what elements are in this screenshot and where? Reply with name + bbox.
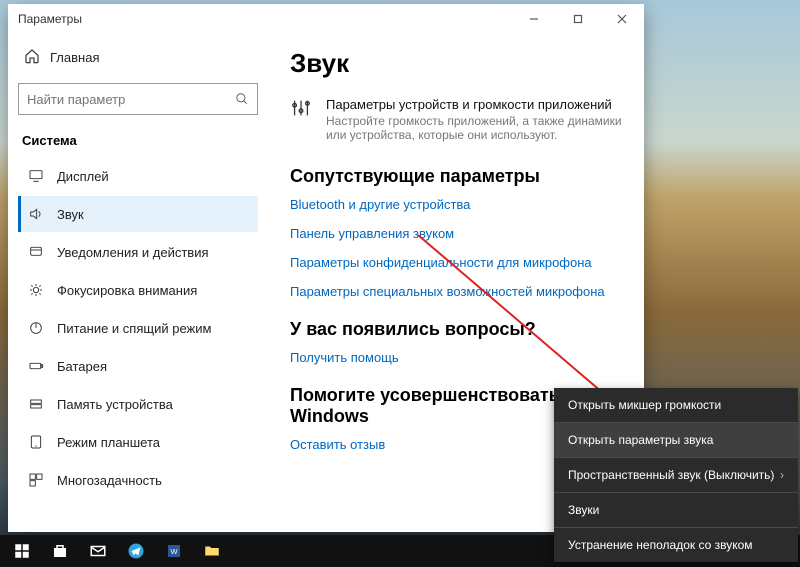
multitask-icon	[27, 471, 45, 489]
search-box[interactable]	[18, 83, 258, 115]
display-icon	[27, 167, 45, 185]
link-get-help[interactable]: Получить помощь	[290, 350, 622, 365]
sidebar-item-display[interactable]: Дисплей	[18, 158, 258, 194]
ctx-sounds[interactable]: Звуки	[554, 493, 798, 527]
pref-title: Параметры устройств и громкости приложен…	[326, 97, 622, 112]
sidebar-item-label: Питание и спящий режим	[57, 321, 211, 336]
sidebar-item-notifications[interactable]: Уведомления и действия	[18, 234, 258, 270]
sidebar-item-label: Память устройства	[57, 397, 173, 412]
sidebar: Главная Система Дисплей Звук Уведомления…	[8, 34, 268, 532]
link-bluetooth[interactable]: Bluetooth и другие устройства	[290, 197, 622, 212]
link-microphone-privacy[interactable]: Параметры конфиденциальности для микрофо…	[290, 255, 622, 270]
word-icon[interactable]: W	[156, 535, 192, 567]
sidebar-item-label: Режим планшета	[57, 435, 160, 450]
minimize-button[interactable]	[512, 4, 556, 34]
help-heading: У вас появились вопросы?	[290, 319, 622, 340]
telegram-icon[interactable]	[118, 535, 154, 567]
sidebar-item-label: Дисплей	[57, 169, 109, 184]
section-title: Система	[22, 133, 258, 148]
chevron-right-icon: ›	[780, 468, 784, 482]
sound-icon	[27, 205, 45, 223]
mail-icon[interactable]	[80, 535, 116, 567]
sidebar-item-sound[interactable]: Звук	[18, 196, 258, 232]
focus-icon	[27, 281, 45, 299]
ctx-spatial-sound[interactable]: Пространственный звук (Выключить)›	[554, 458, 798, 492]
sidebar-item-label: Батарея	[57, 359, 107, 374]
ctx-troubleshoot[interactable]: Устранение неполадок со звуком	[554, 528, 798, 562]
store-icon[interactable]	[42, 535, 78, 567]
svg-text:W: W	[170, 547, 178, 556]
battery-icon	[27, 357, 45, 375]
explorer-icon[interactable]	[194, 535, 230, 567]
sidebar-item-label: Звук	[57, 207, 84, 222]
related-heading: Сопутствующие параметры	[290, 166, 622, 187]
sidebar-item-multitask[interactable]: Многозадачность	[18, 462, 258, 498]
sidebar-item-label: Уведомления и действия	[57, 245, 209, 260]
home-label: Главная	[50, 50, 99, 65]
sidebar-item-tablet[interactable]: Режим планшета	[18, 424, 258, 460]
power-icon	[27, 319, 45, 337]
sidebar-item-battery[interactable]: Батарея	[18, 348, 258, 384]
link-microphone-accessibility[interactable]: Параметры специальных возможностей микро…	[290, 284, 622, 299]
sidebar-item-storage[interactable]: Память устройства	[18, 386, 258, 422]
notification-icon	[27, 243, 45, 261]
start-button[interactable]	[4, 535, 40, 567]
sidebar-item-focus[interactable]: Фокусировка внимания	[18, 272, 258, 308]
link-sound-control-panel[interactable]: Панель управления звуком	[290, 226, 622, 241]
sidebar-item-label: Многозадачность	[57, 473, 162, 488]
app-volume-pref[interactable]: Параметры устройств и громкости приложен…	[290, 97, 622, 142]
sidebar-item-label: Фокусировка внимания	[57, 283, 197, 298]
titlebar: Параметры	[8, 4, 644, 34]
home-icon	[24, 48, 40, 67]
ctx-open-sound-settings[interactable]: Открыть параметры звука	[554, 423, 798, 457]
window-title: Параметры	[18, 12, 82, 26]
sliders-icon	[290, 97, 312, 122]
maximize-button[interactable]	[556, 4, 600, 34]
storage-icon	[27, 395, 45, 413]
page-title: Звук	[290, 48, 622, 79]
settings-window: Параметры Главная Система Дисплей	[8, 4, 644, 532]
home-button[interactable]: Главная	[18, 40, 258, 75]
close-button[interactable]	[600, 4, 644, 34]
search-icon	[227, 92, 257, 106]
search-input[interactable]	[19, 92, 227, 107]
ctx-open-mixer[interactable]: Открыть микшер громкости	[554, 388, 798, 422]
sidebar-item-power[interactable]: Питание и спящий режим	[18, 310, 258, 346]
pref-desc: Настройте громкость приложений, а также …	[326, 114, 622, 142]
tablet-icon	[27, 433, 45, 451]
sound-context-menu: Открыть микшер громкости Открыть парамет…	[554, 388, 798, 562]
